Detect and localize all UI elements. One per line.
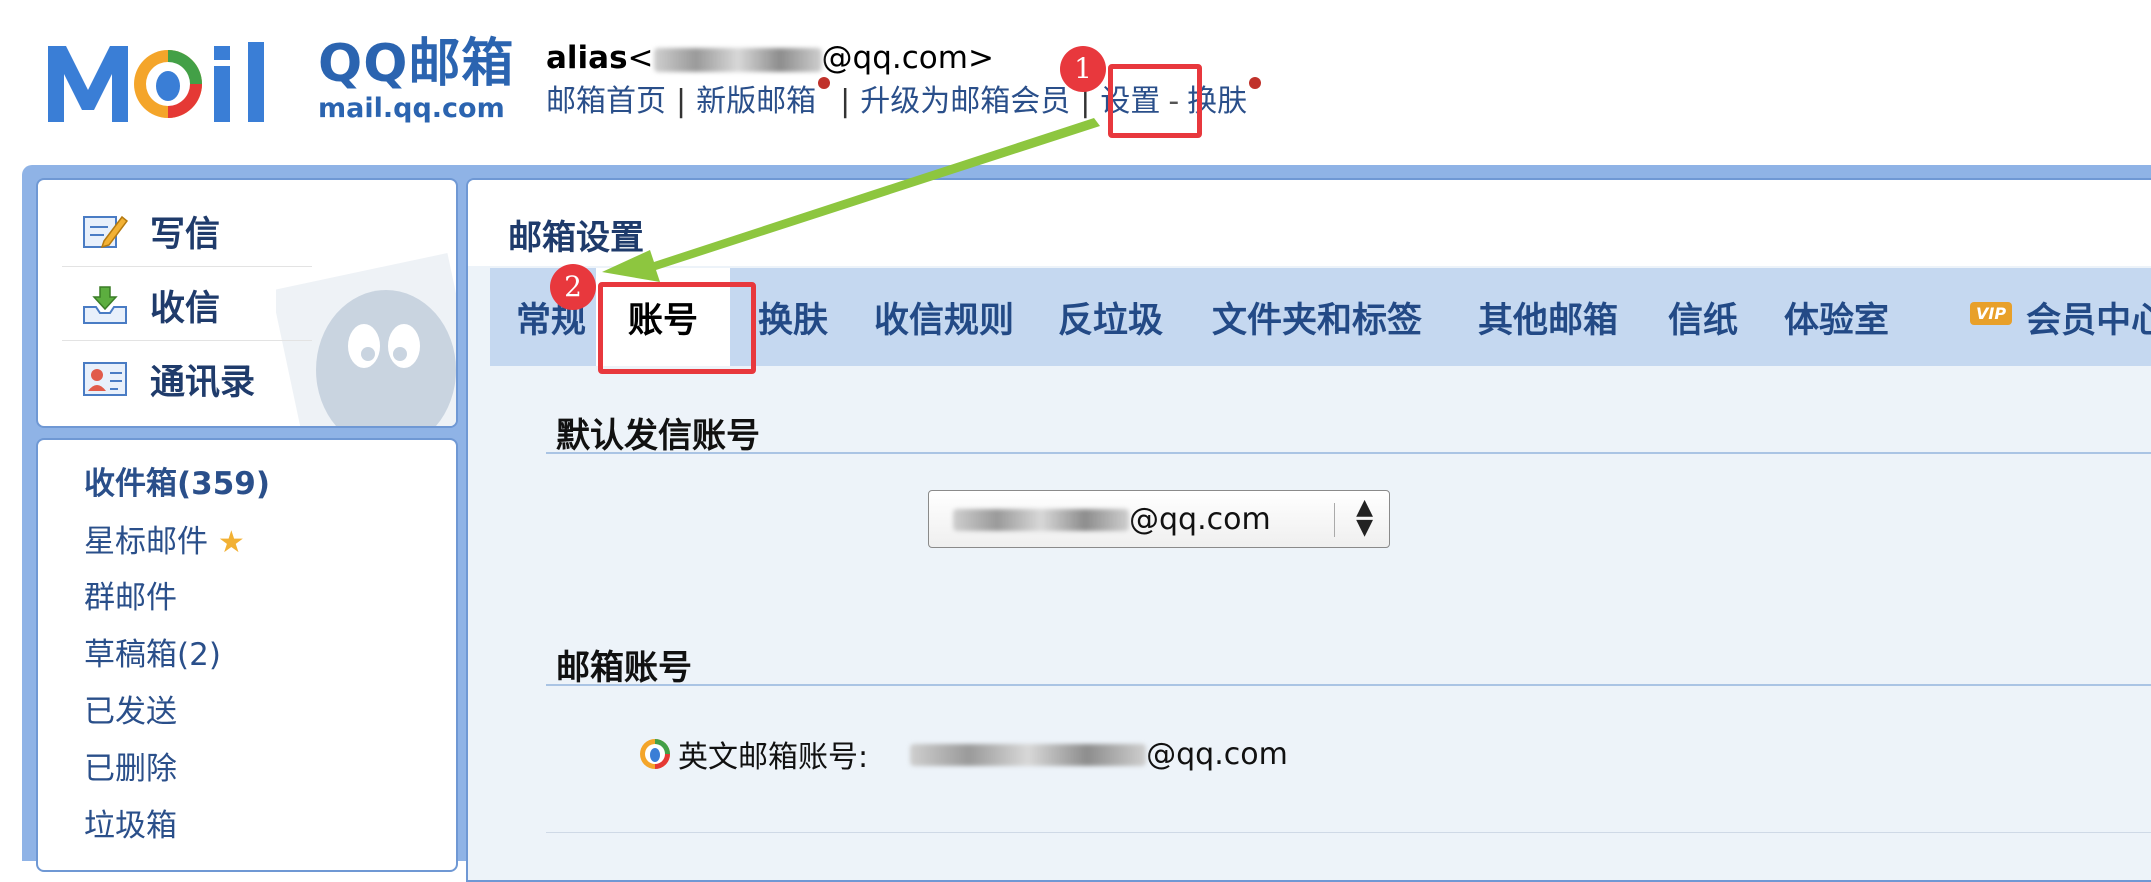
default-sender-select[interactable]: @qq.com ▲ ▼ [928,490,1390,548]
vip-icon: VIP [1970,301,2013,325]
english-account-row: 英文邮箱账号: @qq.com [638,732,1288,776]
default-sender-title: 默认发信账号 [556,416,760,456]
redacted-account-prefix [910,744,1147,766]
nav-separator: | [840,84,851,119]
tab-other-mailboxes[interactable]: 其他邮箱 [1478,268,1618,366]
skin-dot [1249,77,1262,89]
nav-upgrade-link[interactable]: 升级为邮箱会员 [860,84,1070,119]
contacts-label: 通讯录 [150,362,256,403]
tab-member-center-label: 会员中心 [2026,300,2151,341]
folder-group-mail[interactable]: 群邮件 [84,578,177,618]
settings-title: 邮箱设置 [508,218,644,258]
penguin-watermark-icon [276,253,456,426]
nav-home-link[interactable]: 邮箱首页 [546,84,666,119]
quick-divider [62,266,312,267]
section-divider [546,452,2151,454]
user-open-bracket: < [627,40,654,76]
user-identity: alias< @qq.com> [546,38,994,78]
folder-spam[interactable]: 垃圾箱 [84,806,177,846]
english-account-suffix: @qq.com [1146,736,1288,772]
user-email-suffix: @qq.com> [821,40,994,76]
compose-label: 写信 [150,214,221,255]
tab-anti-spam[interactable]: 反垃圾 [1058,268,1163,366]
section-divider [546,832,2151,833]
account-tab-highlight [598,282,756,374]
compose-button[interactable]: 写信 [82,196,220,266]
settings-highlight [1108,64,1202,138]
folder-deleted[interactable]: 已删除 [84,749,177,789]
brand-text: QQ邮箱 mail.qq.com [318,36,514,124]
quick-actions-panel: 写信 收信 通讯录 [36,178,458,428]
star-icon: ★ [217,525,245,560]
step-2-badge: 2 [550,264,596,310]
folder-starred-label: 星标邮件 [84,524,208,560]
contacts-icon [83,362,127,396]
folder-starred[interactable]: 星标邮件 ★ [84,522,245,563]
mail-logo[interactable] [44,38,304,128]
brand-name: QQ邮箱 [318,34,515,94]
user-alias: alias [546,40,628,76]
default-sender-value: @qq.com [953,502,1271,537]
tab-lab[interactable]: 体验室 [1784,268,1889,366]
redacted-email-prefix [653,47,822,72]
settings-title-bar: 邮箱设置 [468,180,2151,266]
step-1-badge: 1 [1060,46,1106,92]
section-divider [546,684,2151,686]
tab-skin[interactable]: 换肤 [758,268,828,366]
qq-mail-icon [640,739,670,769]
compose-icon [83,215,128,249]
receive-icon [83,286,127,324]
contacts-button[interactable]: 通讯录 [82,344,255,414]
folder-sent[interactable]: 已发送 [84,692,177,732]
tab-folders-labels[interactable]: 文件夹和标签 [1212,268,1422,366]
tab-receive-rules[interactable]: 收信规则 [874,268,1014,366]
default-sender-suffix: @qq.com [1129,501,1271,537]
english-account-label: 英文邮箱账号: [678,740,869,775]
folder-list: 收件箱(359) 星标邮件 ★ 群邮件 草稿箱(2) 已发送 已删除 垃圾箱 [36,438,458,872]
tab-member-center[interactable]: VIP 会员中心 [1970,268,2151,366]
nav-separator: | [676,84,687,119]
tab-stationery[interactable]: 信纸 [1668,268,1738,366]
brand-url: mail.qq.com [318,93,505,124]
folder-drafts[interactable]: 草稿箱(2) [84,635,221,675]
receive-button[interactable]: 收信 [82,270,220,340]
new-version-dot [818,77,831,89]
folder-inbox[interactable]: 收件箱(359) [84,464,270,504]
english-account-value: @qq.com [910,737,1288,772]
select-updown-icon: ▲ ▼ [1356,495,1373,540]
receive-label: 收信 [150,288,221,329]
select-divider [1334,503,1335,537]
redacted-sender-prefix [953,509,1129,531]
quick-divider [62,340,312,341]
mail-account-title: 邮箱账号 [556,648,692,688]
nav-new-version-link[interactable]: 新版邮箱 [696,84,816,119]
